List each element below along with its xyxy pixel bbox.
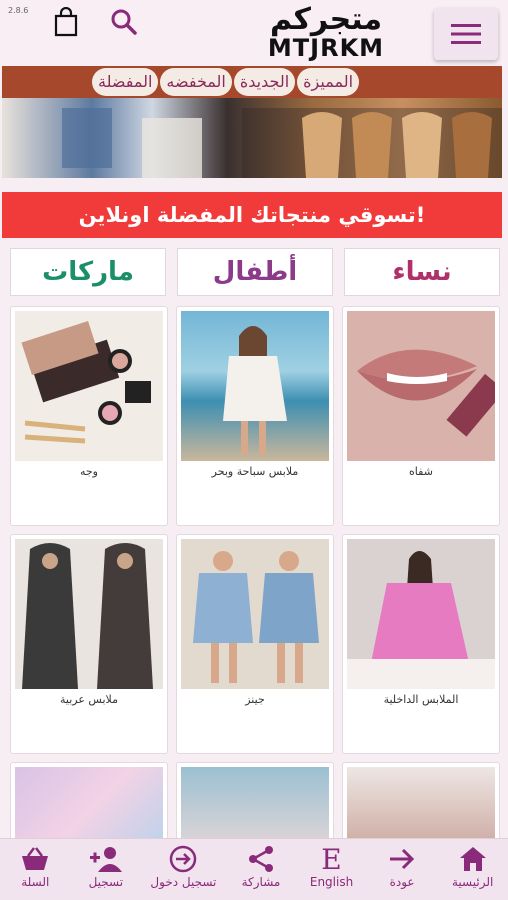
product-image: [181, 311, 329, 461]
pill-discounted[interactable]: المخفضه: [160, 68, 232, 96]
share-icon: [247, 843, 275, 875]
product-image: [181, 539, 329, 689]
search-icon[interactable]: [108, 6, 140, 38]
bottom-navigation: السلة تسجيل تسجيل دخول مشاركة E English …: [0, 838, 508, 900]
pill-new[interactable]: الجديدة: [233, 68, 296, 96]
nav-login-label: تسجيل دخول: [150, 875, 217, 889]
add-user-icon: [89, 843, 122, 875]
product-label: ملابس عربية: [60, 693, 118, 706]
version-label: 2.8.6: [8, 6, 29, 15]
product-label: ملابس سباحة وبحر: [211, 465, 299, 478]
tab-brands[interactable]: ماركات: [10, 248, 166, 296]
logo-arabic: متجركم: [269, 2, 383, 37]
product-label: الملابس الداخلية: [383, 693, 459, 706]
product-image: [15, 539, 163, 689]
product-image: [347, 539, 495, 689]
product-image: [347, 311, 495, 461]
product-card-jeans[interactable]: جينز: [176, 534, 334, 754]
nav-login[interactable]: تسجيل دخول: [141, 843, 225, 889]
tab-women[interactable]: نساء: [344, 248, 500, 296]
pill-favorites[interactable]: المفضلة: [92, 68, 159, 96]
product-label: شفاه: [409, 465, 433, 478]
hamburger-icon: [451, 24, 481, 44]
nav-share[interactable]: مشاركة: [226, 843, 296, 889]
promo-banner: تسوقي منتجاتك المفضلة اونلاين!: [2, 192, 502, 238]
top-bar: 2.8.6 متجركم MTJRKM: [0, 0, 508, 66]
product-label: جينز: [245, 693, 265, 706]
product-label: وجه: [79, 465, 98, 478]
banner-image: [2, 98, 502, 178]
login-icon: [169, 843, 197, 875]
basket-icon: [20, 843, 50, 875]
nav-home-label: الرئيسية: [451, 875, 494, 889]
logo-latin: MTJRKM: [267, 34, 385, 62]
menu-button[interactable]: [434, 8, 498, 60]
nav-cart-label: السلة: [21, 875, 50, 889]
product-card-abaya[interactable]: ملابس عربية: [10, 534, 168, 754]
nav-language-label: English: [309, 875, 354, 889]
nav-share-label: مشاركة: [241, 875, 281, 889]
nav-back[interactable]: عودة: [367, 843, 437, 889]
product-card-lips[interactable]: شفاه: [342, 306, 500, 526]
nav-register-label: تسجيل: [88, 875, 124, 889]
home-icon: [459, 843, 487, 875]
arrow-right-icon: [388, 843, 416, 875]
nav-language[interactable]: E English: [297, 842, 367, 890]
product-card-swimwear[interactable]: ملابس سباحة وبحر: [176, 306, 334, 526]
nav-cart[interactable]: السلة: [0, 843, 70, 889]
product-image: [15, 311, 163, 461]
nav-register[interactable]: تسجيل: [71, 843, 141, 889]
nav-back-label: عودة: [389, 875, 415, 889]
product-card-face[interactable]: وجه: [10, 306, 168, 526]
pill-featured[interactable]: المميزة: [297, 68, 360, 96]
product-card-lingerie[interactable]: الملابس الداخلية: [342, 534, 500, 754]
logo[interactable]: متجركم MTJRKM: [228, 4, 424, 64]
category-bar: المفضلة المخفضه الجديدة المميزة: [2, 66, 502, 98]
tab-kids[interactable]: أطفال: [177, 248, 333, 296]
language-e-icon: E: [321, 842, 342, 876]
nav-home[interactable]: الرئيسية: [438, 843, 508, 889]
shopping-bag-icon[interactable]: [52, 6, 80, 38]
